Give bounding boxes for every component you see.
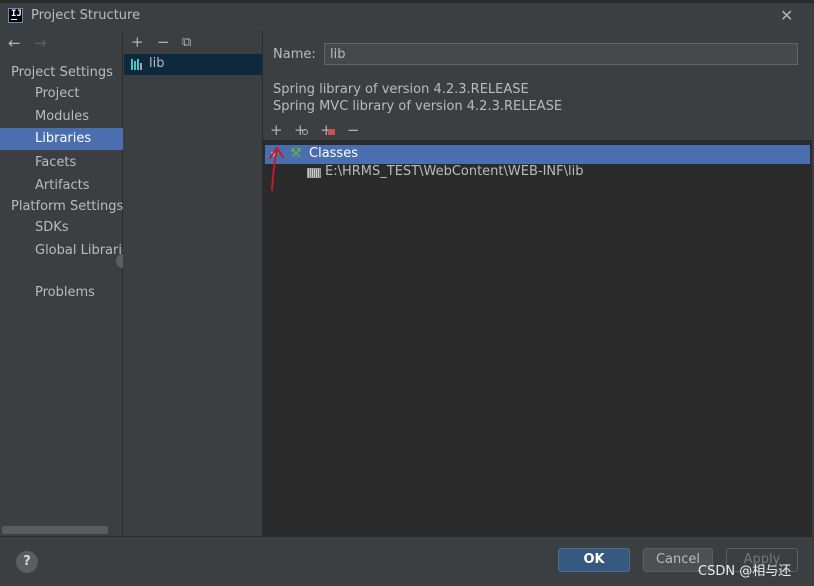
remove-root-icon[interactable]: −: [347, 123, 360, 138]
jar-directory-icon: [307, 168, 321, 178]
sidebar-item-problems[interactable]: Problems: [0, 282, 123, 304]
sidebar-item-sdks[interactable]: SDKs: [0, 217, 123, 239]
library-name-input[interactable]: [324, 43, 798, 65]
intellij-app-icon: IJ: [8, 8, 23, 23]
library-details-panel: Name: Spring library of version 4.2.3.RE…: [263, 31, 814, 537]
dialog-button-bar: ? OK Cancel Apply: [0, 536, 814, 586]
app-icon-letters: IJ: [11, 9, 22, 19]
spring-library-description: Spring library of version 4.2.3.RELEASE: [273, 82, 529, 97]
libraries-list-panel: + − ⧉ lib: [123, 31, 263, 536]
add-library-icon[interactable]: +: [131, 35, 144, 50]
title-bar: IJ Project Structure ✕: [0, 3, 814, 30]
add-native-library-icon[interactable]: +: [320, 123, 335, 138]
spring-mvc-library-description: Spring MVC library of version 4.2.3.RELE…: [273, 99, 563, 114]
sidebar-horizontal-scrollbar[interactable]: [2, 526, 108, 534]
add-jar-directory-icon[interactable]: +: [294, 123, 308, 138]
csdn-watermark: CSDN @相与还: [698, 564, 792, 579]
ok-button[interactable]: OK: [558, 548, 630, 572]
forward-arrow-icon[interactable]: →: [34, 34, 47, 52]
window-title: Project Structure: [31, 8, 141, 23]
add-root-icon[interactable]: +: [270, 123, 283, 138]
tree-row-classes[interactable]: ▾ ⚒ Classes: [265, 145, 810, 164]
tree-row-classes-label: Classes: [309, 146, 358, 161]
close-icon[interactable]: ✕: [780, 6, 793, 25]
library-icon: [131, 59, 144, 70]
help-button[interactable]: ?: [16, 551, 38, 573]
name-label: Name:: [273, 47, 316, 62]
sidebar-item-artifacts[interactable]: Artifacts: [0, 175, 123, 197]
back-arrow-icon[interactable]: ←: [8, 34, 21, 52]
platform-settings-header: Platform Settings: [11, 199, 123, 214]
copy-library-icon[interactable]: ⧉: [182, 35, 191, 50]
annotation-arrow: [269, 147, 284, 191]
library-roots-tree: ▾ ⚒ Classes E:\HRMS_TEST\WebContent\WEB-…: [263, 140, 812, 537]
library-list-item[interactable]: lib: [124, 54, 262, 75]
sidebar-item-facets[interactable]: Facets: [0, 152, 123, 174]
library-list-item-label: lib: [149, 56, 165, 71]
sidebar-item-global-libraries[interactable]: Global Libraries: [0, 240, 123, 262]
sidebar-item-project[interactable]: Project: [0, 83, 123, 105]
tree-row-jar-directory[interactable]: E:\HRMS_TEST\WebContent\WEB-INF\lib: [325, 164, 583, 179]
sidebar-item-modules[interactable]: Modules: [0, 106, 123, 128]
project-settings-header: Project Settings: [11, 65, 113, 80]
remove-library-icon[interactable]: −: [157, 35, 170, 50]
sidebar-item-libraries[interactable]: Libraries: [0, 128, 123, 150]
settings-sidebar: ← → Project Settings Project Modules Lib…: [0, 31, 123, 536]
